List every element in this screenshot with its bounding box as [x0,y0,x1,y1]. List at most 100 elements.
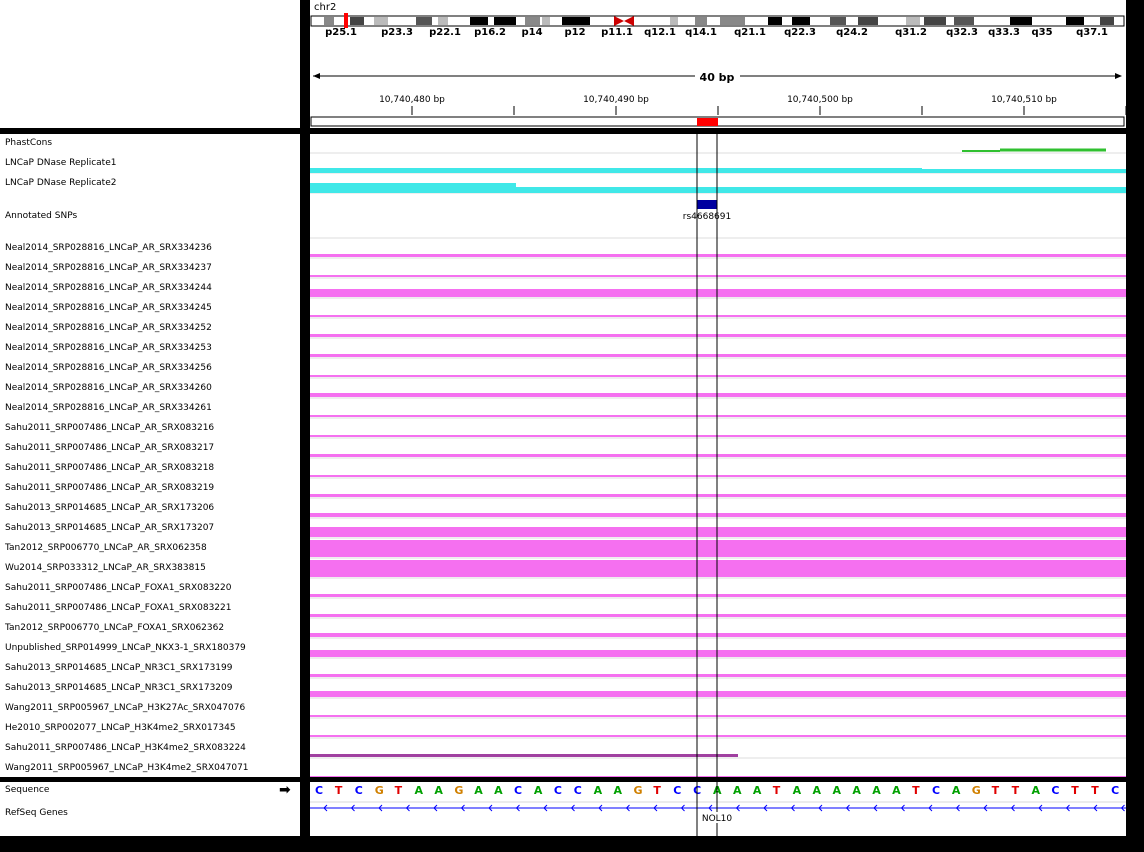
signal-track [310,776,1126,777]
signal-track [310,315,1126,317]
cytoband-label: p14 [521,27,542,38]
signal-track [310,275,1126,277]
signal-track [310,735,1126,737]
gene-label: NOL10 [702,814,733,824]
cytoband [416,17,432,25]
dnase-signal [310,168,922,173]
ideogram-ruler[interactable]: p25.1 p23.3 p22.1 p16.2 p14 p12 p11.1 q12.1 q14.… [310,0,1126,128]
cytoband-label: p11.1 [601,27,633,38]
signal-track [310,289,1126,297]
track-name[interactable]: Neal2014_SRP028816_LNCaP_AR_SRX334237 [5,263,212,274]
span-arrow-left-icon [313,73,320,79]
track-name[interactable]: Neal2014_SRP028816_LNCaP_AR_SRX334236 [5,243,212,254]
cytoband-label: q21.1 [734,27,766,38]
cytoband [924,17,946,25]
track-name[interactable]: Sahu2013_SRP014685_LNCaP_NR3C1_SRX173199 [5,663,232,674]
snp-feature [697,200,717,209]
cytoband-label: q12.1 [644,27,676,38]
signal-track [310,674,1126,677]
dnase-signal [516,187,1126,193]
data-panel[interactable]: rs4668691 [310,134,1126,777]
track-name[interactable]: Tan2012_SRP006770_LNCaP_AR_SRX062358 [5,543,207,554]
ruler-tick-label: 10,740,490 bp [583,95,649,105]
track-name[interactable]: Sahu2011_SRP007486_LNCaP_FOXA1_SRX083220 [5,583,232,594]
refseq-track-name[interactable]: RefSeq Genes [5,808,68,819]
cytoband [906,17,920,25]
track-name[interactable]: Sahu2013_SRP014685_LNCaP_AR_SRX173207 [5,523,214,534]
signal-track [310,415,1126,417]
current-region-marker [697,118,718,126]
cytoband-label: q14.1 [685,27,717,38]
signal-track [310,494,1126,497]
track-name[interactable]: Neal2014_SRP028816_LNCaP_AR_SRX334253 [5,343,212,354]
signal-track [310,334,1126,337]
signal-track [310,560,1126,577]
cytoband [525,17,540,25]
ideogram-outline [310,15,1125,27]
track-name[interactable]: Sahu2011_SRP007486_LNCaP_FOXA1_SRX083221 [5,603,232,614]
cytoband [858,17,878,25]
track-name[interactable]: Sahu2013_SRP014685_LNCaP_AR_SRX173206 [5,503,214,514]
strand-arrow-icon[interactable]: ➡ [279,783,291,797]
track-name[interactable]: Sahu2011_SRP007486_LNCaP_H3K4me2_SRX0832… [5,743,246,754]
track-name[interactable]: Sahu2011_SRP007486_LNCaP_AR_SRX083218 [5,463,214,474]
track-name[interactable]: Neal2014_SRP028816_LNCaP_AR_SRX334252 [5,323,212,334]
track-names-panel[interactable]: PhastCons LNCaP DNase Replicate1 LNCaP DNa… [0,134,300,777]
track-name[interactable]: Unpublished_SRP014999_LNCaP_NKX3-1_SRX18… [5,643,246,654]
cytoband [768,17,782,25]
feature-panel[interactable]: CTCGTAAGAACACCAAGTCCAAATAAAAAATCAGTTACTT… [310,782,1126,836]
track-name[interactable]: Neal2014_SRP028816_LNCaP_AR_SRX334244 [5,283,212,294]
signal-track [310,691,1126,697]
track-name[interactable]: Wu2014_SRP033312_LNCaP_AR_SRX383815 [5,563,206,574]
cytoband [542,17,550,25]
chromosome-ideogram [310,13,1125,28]
ruler-tick-label: 10,740,500 bp [787,95,853,105]
track-name[interactable]: Sahu2011_SRP007486_LNCaP_AR_SRX083217 [5,443,214,454]
cytoband [792,17,810,25]
cytoband [562,17,590,25]
cytoband [438,17,448,25]
cytoband [720,17,745,25]
cytoband-label: p23.3 [381,27,413,38]
track-name[interactable]: Neal2014_SRP028816_LNCaP_AR_SRX334256 [5,363,212,374]
cytoband-label: p12 [564,27,585,38]
track-name[interactable]: Wang2011_SRP005967_LNCaP_H3K27Ac_SRX0470… [5,703,245,714]
cytoband [350,17,364,25]
tracks-canvas: rs4668691 [310,134,1126,777]
cytoband-label: q37.1 [1076,27,1108,38]
span-label: 40 bp [700,71,735,84]
feature-names-panel[interactable]: Sequence ➡ RefSeq Genes [0,782,300,836]
track-name[interactable]: PhastCons [5,138,52,149]
signal-track [310,650,1126,657]
dnase-signal [310,183,516,193]
track-name[interactable]: Annotated SNPs [5,211,77,222]
track-name[interactable]: Tan2012_SRP006770_LNCaP_FOXA1_SRX062362 [5,623,224,634]
dnase-signal [922,169,1126,173]
track-name[interactable]: Neal2014_SRP028816_LNCaP_AR_SRX334261 [5,403,212,414]
track-name[interactable]: Sahu2011_SRP007486_LNCaP_AR_SRX083219 [5,483,214,494]
track-name[interactable]: Sahu2011_SRP007486_LNCaP_AR_SRX083216 [5,423,214,434]
sequence-track-name[interactable]: Sequence [5,785,49,796]
cytoband [374,17,388,25]
signal-track [310,715,1126,717]
cytoband-label: q31.2 [895,27,927,38]
signal-track [310,254,1126,257]
signal-track [310,393,1126,397]
signal-track [310,527,1126,537]
track-name[interactable]: Sahu2013_SRP014685_LNCaP_NR3C1_SRX173209 [5,683,232,694]
track-name[interactable]: Wang2011_SRP005967_LNCaP_H3K4me2_SRX0470… [5,763,249,774]
cytoband [1066,17,1084,25]
signal-track [310,614,1126,617]
track-name[interactable]: He2010_SRP002077_LNCaP_H3K4me2_SRX017345 [5,723,236,734]
signal-track [310,754,738,757]
ruler-tick-label: 10,740,480 bp [379,95,445,105]
ruler-panel[interactable]: chr2 p25.1 p23.3 p22.1 p16.2 p14 p12 p11.1 q12.… [310,0,1126,128]
bp-ruler: 10,740,480 bp 10,740,490 bp 10,740,500 bp 1… [379,95,1126,115]
cytoband [695,17,707,25]
track-name[interactable]: Neal2014_SRP028816_LNCaP_AR_SRX334260 [5,383,212,394]
span-arrow-right-icon [1115,73,1122,79]
track-name[interactable]: LNCaP DNase Replicate2 [5,178,116,189]
track-name[interactable]: LNCaP DNase Replicate1 [5,158,116,169]
cytoband-label: q24.2 [836,27,868,38]
track-name[interactable]: Neal2014_SRP028816_LNCaP_AR_SRX334245 [5,303,212,314]
